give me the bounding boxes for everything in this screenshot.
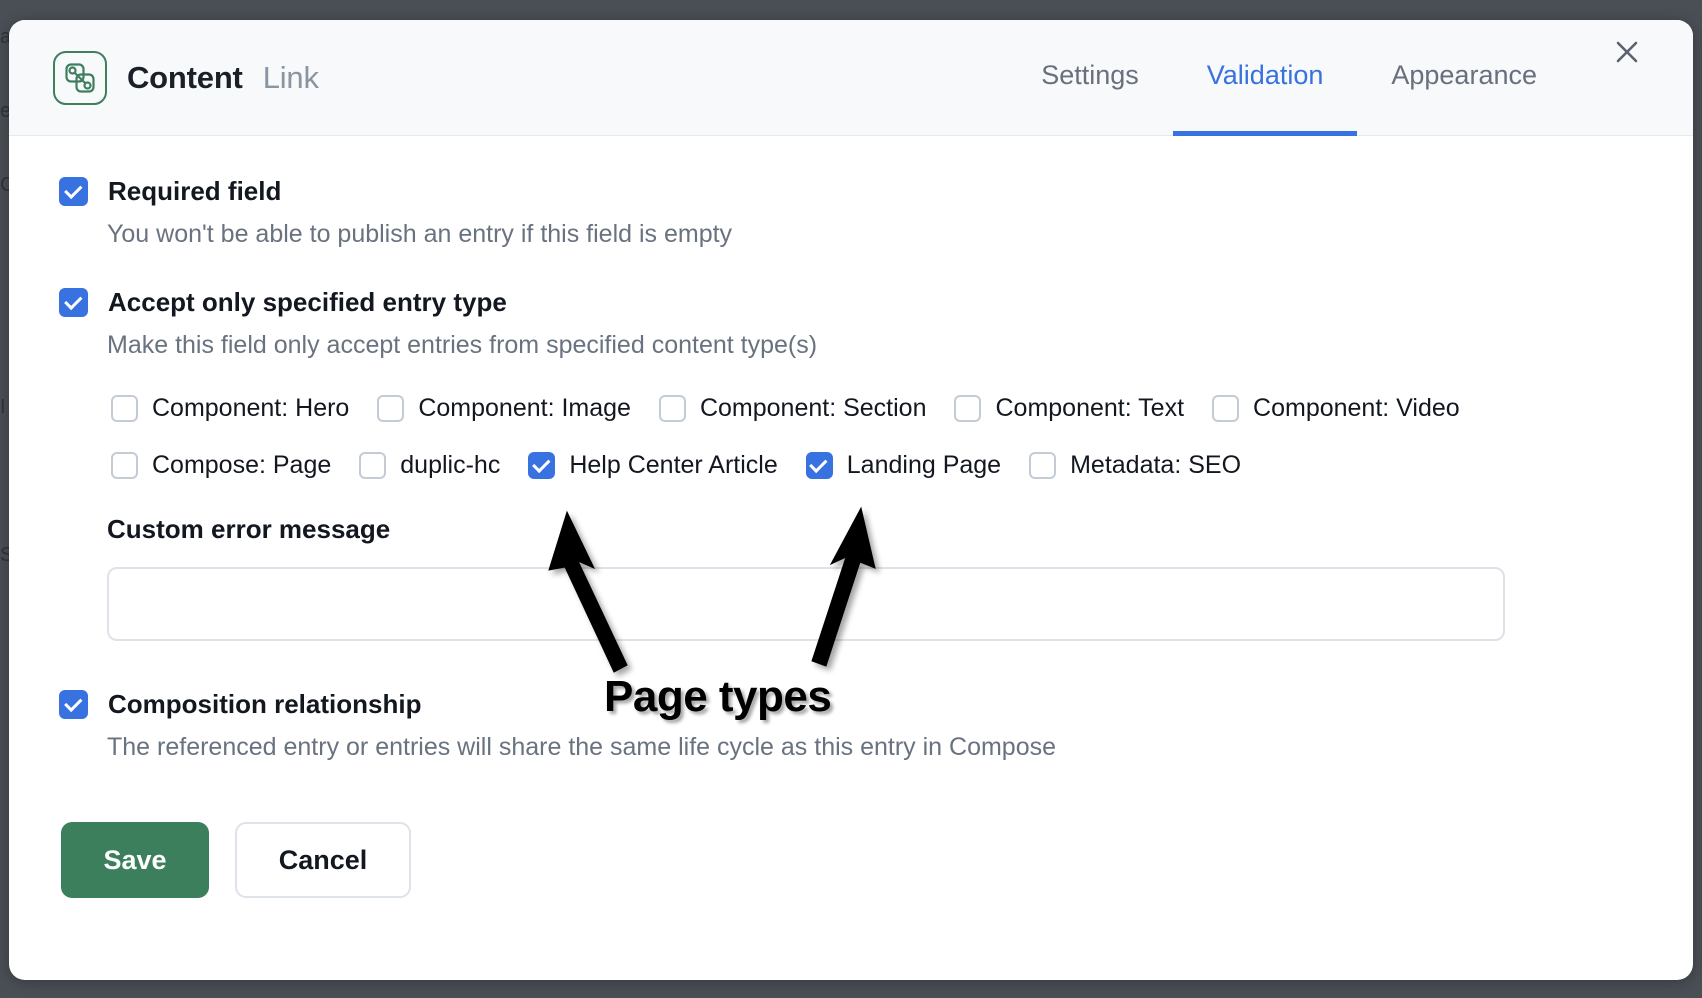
page-title: Content (127, 60, 243, 96)
close-icon[interactable] (1595, 20, 1659, 84)
modal-actions: Save Cancel (61, 822, 1643, 938)
content-type-label: Component: Text (995, 394, 1184, 423)
content-type-checkbox[interactable] (954, 395, 981, 422)
content-type-checkbox[interactable] (377, 395, 404, 422)
content-type-row-1: Component: Hero Component: Image Compone… (111, 394, 1643, 423)
modal-header: Content Link Settings Validation Appeara… (9, 20, 1693, 136)
content-type-label: Component: Image (418, 394, 631, 423)
tab-appearance[interactable]: Appearance (1357, 20, 1571, 136)
content-type-component-text[interactable]: Component: Text (954, 394, 1184, 423)
content-type-row-2: Compose: Page duplic-hc Help Center Arti… (111, 451, 1643, 480)
required-field-checkbox[interactable] (59, 177, 88, 206)
content-type-component-hero[interactable]: Component: Hero (111, 394, 349, 423)
content-type-landing-page[interactable]: Landing Page (806, 451, 1001, 480)
content-type-label: Help Center Article (569, 451, 777, 480)
composition-relationship-description: The referenced entry or entries will sha… (107, 733, 1643, 762)
tab-validation[interactable]: Validation (1173, 20, 1358, 136)
content-type-checkbox[interactable] (806, 452, 833, 479)
content-type-component-video[interactable]: Component: Video (1212, 394, 1460, 423)
content-type-label: Component: Video (1253, 394, 1460, 423)
composition-relationship-label: Composition relationship (108, 689, 421, 720)
content-link-icon (53, 51, 107, 105)
content-type-checkbox-group: Component: Hero Component: Image Compone… (111, 394, 1643, 480)
required-field-option[interactable]: Required field (59, 176, 1643, 207)
save-button[interactable]: Save (61, 822, 209, 898)
validation-panel: Required field You won't be able to publ… (9, 136, 1693, 938)
content-type-checkbox[interactable] (111, 395, 138, 422)
composition-relationship-checkbox[interactable] (59, 690, 88, 719)
accept-only-specified-description: Make this field only accept entries from… (107, 331, 1643, 360)
composition-relationship-option[interactable]: Composition relationship (59, 689, 1643, 720)
content-type-label: Compose: Page (152, 451, 331, 480)
content-type-component-section[interactable]: Component: Section (659, 394, 927, 423)
content-type-checkbox[interactable] (528, 452, 555, 479)
field-settings-modal: Content Link Settings Validation Appeara… (9, 20, 1693, 980)
cancel-button[interactable]: Cancel (235, 822, 411, 898)
content-type-checkbox[interactable] (1029, 452, 1056, 479)
custom-error-message-input[interactable] (107, 567, 1505, 641)
content-type-label: Landing Page (847, 451, 1001, 480)
content-type-checkbox[interactable] (111, 452, 138, 479)
content-type-metadata-seo[interactable]: Metadata: SEO (1029, 451, 1241, 480)
accept-only-specified-option[interactable]: Accept only specified entry type (59, 287, 1643, 318)
content-type-label: duplic-hc (400, 451, 500, 480)
content-type-label: Component: Section (700, 394, 927, 423)
content-type-component-image[interactable]: Component: Image (377, 394, 631, 423)
content-type-label: Metadata: SEO (1070, 451, 1241, 480)
accept-only-specified-checkbox[interactable] (59, 288, 88, 317)
field-type-label: Link (263, 60, 319, 96)
content-type-checkbox[interactable] (1212, 395, 1239, 422)
modal-brand: Content Link (53, 51, 319, 105)
content-type-compose-page[interactable]: Compose: Page (111, 451, 331, 480)
content-type-checkbox[interactable] (359, 452, 386, 479)
content-type-checkbox[interactable] (659, 395, 686, 422)
accept-only-specified-label: Accept only specified entry type (108, 287, 507, 318)
content-type-help-center-article[interactable]: Help Center Article (528, 451, 777, 480)
modal-tabs: Settings Validation Appearance (1007, 20, 1659, 136)
content-type-label: Component: Hero (152, 394, 349, 423)
required-field-label: Required field (108, 176, 281, 207)
content-type-duplic-hc[interactable]: duplic-hc (359, 451, 500, 480)
custom-error-message-label: Custom error message (107, 514, 1643, 545)
tab-settings[interactable]: Settings (1007, 20, 1173, 136)
required-field-description: You won't be able to publish an entry if… (107, 220, 1643, 249)
